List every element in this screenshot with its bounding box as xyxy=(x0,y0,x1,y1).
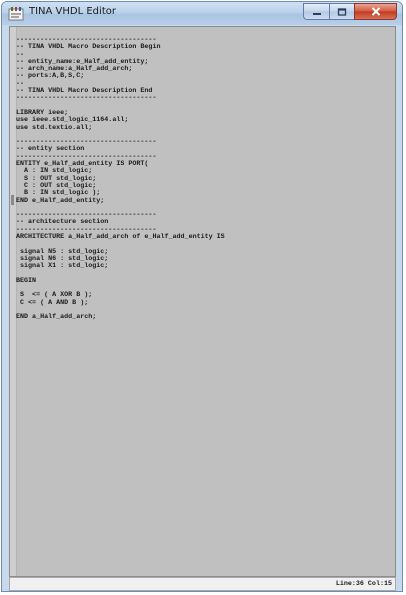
cursor-position: Line:36 Col:15 xyxy=(335,580,392,588)
code-line: END a_Half_add_arch; xyxy=(16,313,97,322)
gutter-marker xyxy=(11,195,14,205)
maximize-button[interactable] xyxy=(329,3,354,20)
code-line: C <= ( A AND B ); xyxy=(16,298,89,307)
vhdl-editor-window: TINA VHDL Editor -----------------------… xyxy=(1,1,403,592)
code-line: signal X1 : std_logic; xyxy=(16,262,109,271)
code-area[interactable]: ----------------------------------- -- TI… xyxy=(16,36,393,322)
code-line: END e_Half_add_entity; xyxy=(16,196,105,205)
close-icon xyxy=(371,7,380,16)
caption-buttons xyxy=(303,3,397,20)
minimize-icon xyxy=(312,12,321,15)
minimize-button[interactable] xyxy=(303,3,329,20)
title-bar[interactable]: TINA VHDL Editor xyxy=(2,2,402,25)
close-button[interactable] xyxy=(354,3,397,20)
code-editor[interactable]: ----------------------------------- -- TI… xyxy=(9,26,396,577)
code-line: -- ports:A,B,S,C; xyxy=(16,72,85,81)
tina-app-icon xyxy=(8,7,24,21)
code-line: ----------------------------------- xyxy=(16,94,157,103)
code-line: use std.textio.all; xyxy=(16,123,93,132)
status-bar: Line:36 Col:15 xyxy=(9,577,396,591)
code-line: -- TINA VHDL Macro Description Begin xyxy=(16,43,161,52)
code-line: BEGIN xyxy=(16,276,37,285)
window-title: TINA VHDL Editor xyxy=(29,6,116,17)
maximize-icon xyxy=(337,7,347,16)
code-line: ARCHITECTURE a_Half_add_arch of e_Half_a… xyxy=(16,233,225,242)
